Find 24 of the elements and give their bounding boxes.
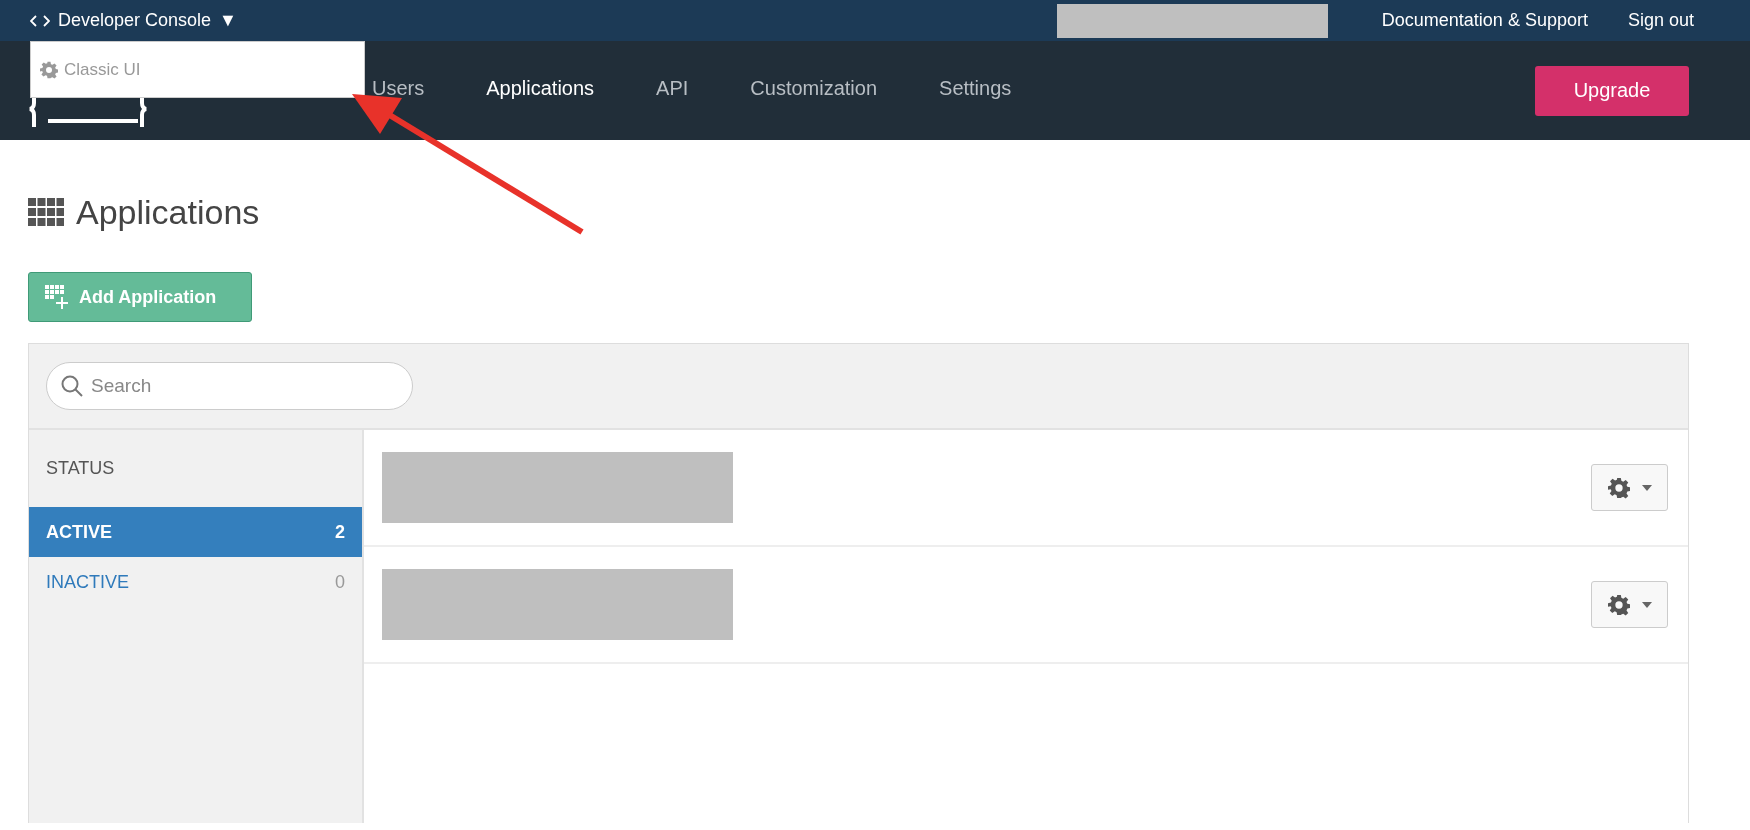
gear-icon (40, 60, 58, 79)
console-menu[interactable]: Developer Console ▼ (30, 10, 237, 31)
nav-tab[interactable]: Applications (486, 77, 595, 100)
nav-tab[interactable]: Customization (750, 77, 878, 100)
grid-plus-icon (45, 285, 69, 309)
sidebar-heading: STATUS (46, 458, 115, 479)
header-link[interactable]: Sign out (1627, 10, 1694, 31)
nav-tab[interactable]: Users (372, 77, 425, 100)
caret-icon (1641, 601, 1652, 608)
header-link[interactable]: Documentation & Support (1381, 10, 1588, 31)
settings-icon (1607, 593, 1630, 616)
grid-icon (28, 198, 64, 226)
caret-icon (1641, 484, 1652, 491)
page-title: Applications (76, 192, 260, 232)
settings-icon (1607, 476, 1630, 499)
settings-menu-button[interactable] (1591, 464, 1668, 511)
code-icon (30, 14, 50, 27)
search-field[interactable]: Search (46, 362, 413, 410)
settings-menu-button[interactable] (1591, 581, 1668, 628)
nav-tab[interactable]: Settings (939, 77, 1012, 100)
status-filter-item[interactable]: INACTIVE 0 (29, 557, 362, 607)
nav-tab[interactable]: API (656, 77, 689, 100)
status-filter-item[interactable]: ACTIVE 2 (29, 507, 362, 557)
upgrade-button[interactable]: Upgrade (1535, 65, 1689, 116)
